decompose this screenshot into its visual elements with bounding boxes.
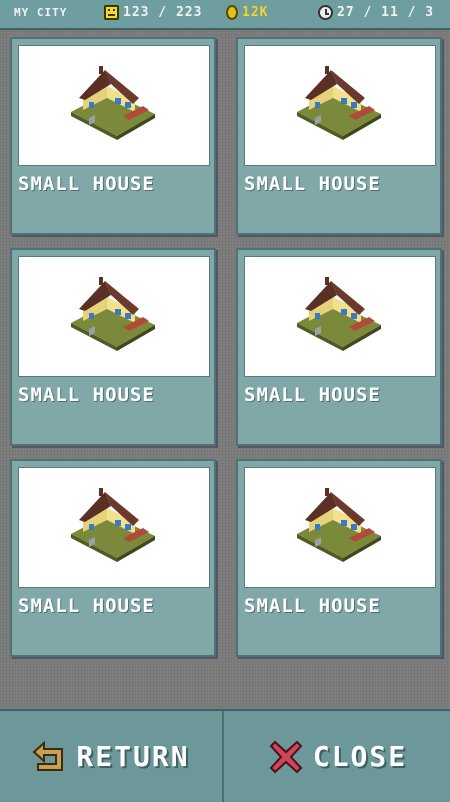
date-stat: 27 / 11 / 3 bbox=[318, 5, 434, 20]
return-button[interactable]: RETURN bbox=[0, 711, 224, 802]
building-card[interactable]: SMALL HOUSE bbox=[10, 459, 216, 657]
date-value: 27 / 11 / 3 bbox=[337, 5, 435, 20]
building-label: SMALL HOUSE bbox=[244, 384, 381, 406]
clock-icon bbox=[318, 5, 333, 20]
building-thumbnail bbox=[244, 45, 436, 166]
money-value: 12K bbox=[242, 5, 269, 20]
building-thumbnail bbox=[18, 467, 210, 588]
top-status-bar: MY CITY 123 / 223 12K 27 / 11 / 3 bbox=[0, 0, 450, 30]
population-stat: 123 / 223 bbox=[104, 5, 202, 20]
return-arrow-icon bbox=[32, 740, 64, 771]
building-thumbnail bbox=[18, 45, 210, 166]
building-label: SMALL HOUSE bbox=[244, 173, 381, 195]
building-thumbnail bbox=[244, 256, 436, 377]
building-thumbnail bbox=[244, 467, 436, 588]
close-button[interactable]: CLOSE bbox=[226, 711, 450, 802]
return-label: RETURN bbox=[76, 740, 190, 773]
money-stat: 12K bbox=[226, 5, 268, 20]
population-value: 123 / 223 bbox=[123, 5, 203, 20]
building-label: SMALL HOUSE bbox=[244, 595, 381, 617]
building-label: SMALL HOUSE bbox=[18, 595, 155, 617]
coin-icon bbox=[226, 5, 238, 20]
building-label: SMALL HOUSE bbox=[18, 173, 155, 195]
building-card[interactable]: SMALL HOUSE bbox=[10, 248, 216, 446]
building-card[interactable]: SMALL HOUSE bbox=[236, 248, 442, 446]
close-x-icon bbox=[269, 740, 303, 773]
bottom-action-bar: RETURN CLOSE bbox=[0, 709, 450, 802]
small-house-icon bbox=[71, 488, 155, 562]
city-name: MY CITY bbox=[14, 6, 68, 19]
small-house-icon bbox=[71, 66, 155, 140]
building-card[interactable]: SMALL HOUSE bbox=[10, 37, 216, 235]
building-thumbnail bbox=[18, 256, 210, 377]
close-label: CLOSE bbox=[312, 740, 408, 773]
smiley-icon bbox=[104, 5, 119, 20]
building-card[interactable]: SMALL HOUSE bbox=[236, 459, 442, 657]
small-house-icon bbox=[297, 66, 381, 140]
small-house-icon bbox=[71, 277, 155, 351]
small-house-icon bbox=[297, 277, 381, 351]
small-house-icon bbox=[297, 488, 381, 562]
building-label: SMALL HOUSE bbox=[18, 384, 155, 406]
building-card[interactable]: SMALL HOUSE bbox=[236, 37, 442, 235]
